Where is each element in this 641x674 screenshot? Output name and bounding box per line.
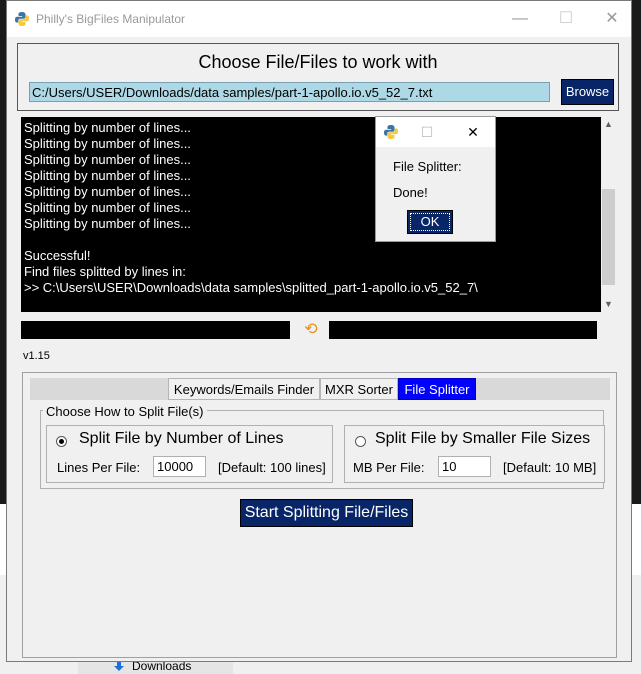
file-splitter-dialog: ☐ ✕ File Splitter: Done! OK [375,116,496,242]
file-path-input[interactable] [29,82,550,102]
maximize-button[interactable]: ☐ [543,1,589,37]
scroll-up-icon[interactable]: ▲ [601,117,616,132]
title-bar[interactable]: Philly's BigFiles Manipulator — ☐ ✕ [7,1,631,37]
ok-button[interactable]: OK [407,210,453,234]
window-title: Philly's BigFiles Manipulator [36,12,186,26]
mb-per-file-label: MB Per File: [353,460,425,475]
console-line: Successful! [24,248,91,263]
split-method-group-title: Choose How to Split File(s) [43,404,207,419]
scroll-down-icon[interactable]: ▼ [601,297,616,312]
close-button[interactable]: ✕ [589,1,635,37]
lines-per-file-input[interactable] [153,456,206,477]
mb-per-file-input[interactable] [438,456,491,477]
scroll-thumb[interactable] [602,189,615,285]
progress-bar-left [21,321,290,339]
console-line: Splitting by number of lines... [24,200,191,215]
console-line: Splitting by number of lines... [24,136,191,151]
progress-bar-right [329,321,597,339]
split-method-group: Split File by Number of Lines Lines Per … [40,410,605,489]
split-by-size-option: Split File by Smaller File Sizes MB Per … [344,425,605,483]
console-scrollbar[interactable]: ▲ ▼ [601,117,616,312]
console-output: Splitting by number of lines... Splittin… [21,117,601,312]
tab-file-splitter[interactable]: File Splitter [398,378,476,400]
background-window-edge-right [632,0,641,504]
lines-default-note: [Default: 100 lines] [218,460,326,475]
refresh-icon[interactable]: ⟲ [302,321,320,339]
dialog-maximize-button[interactable]: ☐ [404,117,450,147]
console-line: Splitting by number of lines... [24,184,191,199]
dialog-message: Done! [393,185,428,200]
split-by-size-radio[interactable] [355,436,366,447]
python-app-icon [384,125,398,139]
tab-mxr-sorter[interactable]: MXR Sorter [320,378,398,400]
tab-keywords-emails-finder[interactable]: Keywords/Emails Finder [168,378,320,400]
dialog-close-button[interactable]: ✕ [450,117,496,147]
console-line: Find files splitted by lines in: [24,264,186,279]
file-chooser-panel: Choose File/Files to work with Browse [17,43,619,111]
python-app-icon [15,12,29,26]
app-window: Philly's BigFiles Manipulator — ☐ ✕ Choo… [6,0,632,662]
console-line: Splitting by number of lines... [24,216,191,231]
start-splitting-button[interactable]: Start Splitting File/Files [240,499,413,527]
split-by-lines-option: Split File by Number of Lines Lines Per … [46,425,333,483]
split-by-lines-label[interactable]: Split File by Number of Lines [79,430,284,448]
split-by-lines-radio[interactable] [56,436,67,447]
radio-selected-dot [59,439,64,444]
lines-per-file-label: Lines Per File: [57,460,141,475]
browse-button[interactable]: Browse [561,79,614,105]
console-line: Splitting by number of lines... [24,152,191,167]
version-label: v1.15 [23,350,50,362]
console-line: >> C:\Users\USER\Downloads\data samples\… [24,280,478,295]
file-chooser-heading: Choose File/Files to work with [198,52,438,72]
dialog-heading: File Splitter: [393,159,462,174]
minimize-button[interactable]: — [497,1,543,37]
size-default-note: [Default: 10 MB] [503,460,597,475]
tab-strip: Keywords/Emails Finder MXR Sorter File S… [30,378,610,400]
split-by-size-label[interactable]: Split File by Smaller File Sizes [375,430,590,448]
console-line: Splitting by number of lines... [24,168,191,183]
tab-panel: Keywords/Emails Finder MXR Sorter File S… [22,372,617,658]
dialog-title-bar[interactable]: ☐ ✕ [376,117,495,147]
console-line: Splitting by number of lines... [24,120,191,135]
